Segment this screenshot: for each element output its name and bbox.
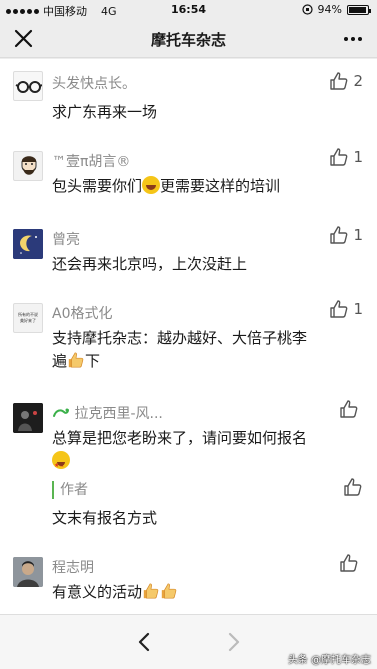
more-button[interactable] (339, 26, 367, 52)
avatar[interactable] (13, 71, 43, 101)
like-count: 1 (353, 148, 363, 166)
thumbs-up-icon (340, 554, 358, 572)
comment-text-part: 更需要这样的培训 (160, 177, 281, 195)
chevron-right-icon (228, 632, 240, 652)
chevron-left-icon (138, 632, 150, 652)
comment-nickname[interactable]: ™壹π胡言® (52, 151, 130, 171)
moon-icon (13, 229, 43, 259)
like-count: 1 (353, 300, 363, 318)
comment-text: 还会再来北京吗，上次没赶上 (52, 255, 248, 273)
comment-nickname[interactable]: 头发快点长。 (52, 73, 136, 93)
nickname-text: 拉克西里-风... (74, 406, 163, 422)
comment-list: 头发快点长。 求广东再来一场 2 ™壹π胡言® 包头需要你们 更需要这样的培训 1 (0, 59, 377, 614)
comment-text: 总算是把您老盼来了，请问要如何报名 (52, 427, 362, 477)
like-count: 1 (353, 226, 363, 244)
thumbs-up-icon (340, 400, 358, 418)
avatar[interactable]: 所有的不说 美好来了 (13, 303, 43, 333)
thumbs-up-emoji (143, 583, 159, 599)
like-button[interactable] (339, 399, 363, 419)
back-button[interactable] (132, 629, 158, 655)
bottom-toolbar: 头条 @摩托车杂志 (0, 614, 377, 669)
comment-nickname[interactable]: A0格式化 (52, 303, 112, 323)
comment-text-part: 下 (85, 352, 101, 370)
thumbs-up-emoji (68, 352, 84, 368)
battery-percent: 94% (317, 3, 342, 16)
comment-text-part: 有意义的活动 (52, 583, 143, 601)
comment-nickname[interactable]: 曾亮 (52, 229, 80, 249)
like-button[interactable]: 1 (329, 147, 363, 167)
status-right: 94% (301, 3, 371, 16)
comment-text-part: 遍 (52, 352, 68, 370)
battery-fill (349, 6, 366, 13)
avatar[interactable] (13, 557, 43, 587)
comment-nickname[interactable]: 程志明 (52, 557, 94, 577)
thumbs-up-icon (330, 226, 348, 244)
watermark: 头条 @摩托车杂志 (287, 655, 371, 666)
dragon-icon (53, 408, 69, 417)
avatar[interactable] (13, 229, 43, 259)
like-button[interactable]: 2 (329, 71, 363, 91)
comment-nickname[interactable]: 拉克西里-风... (52, 403, 163, 423)
thumbs-up-icon (330, 72, 348, 90)
like-button[interactable]: 1 (329, 225, 363, 245)
page-title: 摩托车杂志 (150, 31, 226, 49)
thumbs-up-icon (344, 478, 362, 496)
like-button[interactable]: 1 (329, 299, 363, 319)
person-photo-icon (13, 557, 43, 587)
star-eyes-emoji (52, 451, 70, 477)
comment-text: 有意义的活动 (52, 581, 362, 604)
comment-text-line: 总算是把您老盼来了，请问要如何报名 (52, 429, 308, 447)
comment-text: 求广东再来一场 (52, 103, 158, 121)
comment-text-line: 支持摩托杂志：越办越好、大倍子桃李 (52, 329, 308, 347)
battery-icon (347, 4, 371, 15)
avatar[interactable] (13, 403, 43, 433)
thumbs-up-icon (330, 300, 348, 318)
status-bar: 中国移动 4G 16:54 94% (0, 0, 377, 20)
reply-like-button[interactable] (343, 477, 363, 497)
orientation-lock-icon (301, 4, 313, 15)
like-button[interactable] (339, 553, 363, 573)
bearded-man-icon (21, 156, 37, 175)
comment-text: 支持摩托杂志：越办越好、大倍子桃李 遍下 (52, 327, 362, 373)
like-count: 2 (353, 72, 363, 90)
reply-author: 作者 (52, 481, 362, 499)
thumbs-up-icon (330, 148, 348, 166)
more-icon (344, 37, 348, 41)
thumbs-up-emoji (161, 583, 177, 599)
silhouette-icon (13, 403, 43, 433)
nav-bar: 摩托车杂志 (0, 20, 377, 58)
avatar[interactable] (13, 151, 43, 181)
glasses-icon (15, 81, 42, 93)
forward-button (220, 629, 246, 655)
avatar-text: 所有的不说 美好来了 (18, 312, 38, 323)
comment-text: 包头需要你们 更需要这样的培训 (52, 175, 362, 198)
author-reply: 作者 文末有报名方式 (52, 481, 362, 528)
comment-text-line: 遍下 (52, 350, 362, 373)
laughing-emoji (142, 176, 161, 194)
reply-text: 文末有报名方式 (52, 509, 158, 527)
comment-text-part: 包头需要你们 (52, 177, 143, 195)
comment-text-line (52, 450, 362, 477)
